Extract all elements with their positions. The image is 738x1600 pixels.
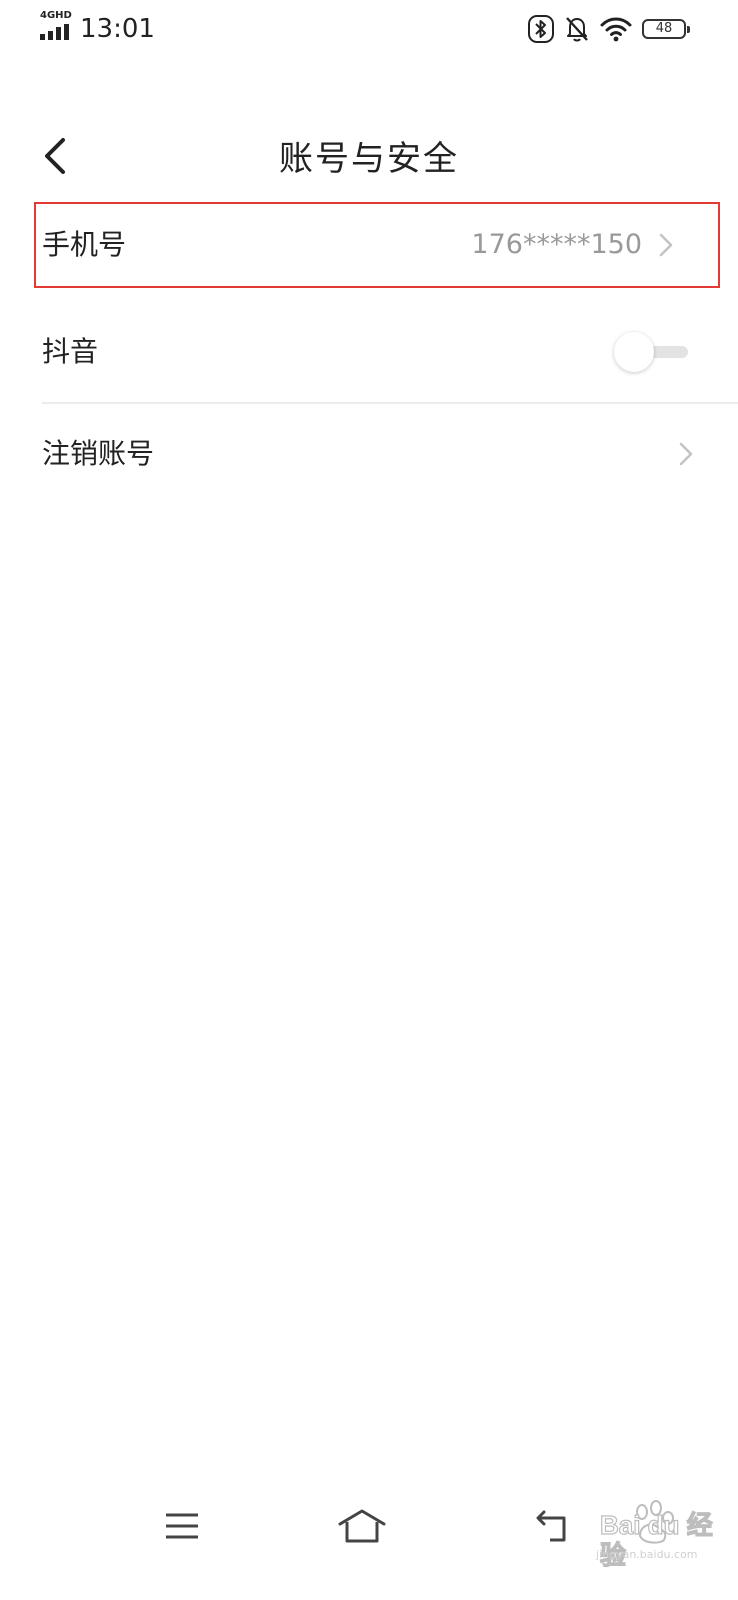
- watermark-brand-text: Bai du: [599, 1509, 680, 1540]
- douyin-toggle[interactable]: [614, 332, 690, 372]
- phone-number-value: 176*****150: [471, 229, 642, 260]
- battery-level: 48: [655, 21, 673, 36]
- network-type-label: 4GHD: [40, 10, 72, 21]
- signal-bars-icon: [40, 24, 69, 40]
- watermark-url: jingyan.baidu.com: [596, 1548, 698, 1561]
- toggle-knob: [614, 332, 654, 372]
- status-icons: 48: [528, 14, 690, 44]
- phone-number-label: 手机号: [42, 228, 127, 261]
- page-header: 账号与安全: [0, 118, 738, 198]
- phone-number-row[interactable]: 手机号 176*****150: [34, 202, 720, 288]
- chevron-right-icon: [676, 439, 696, 469]
- menu-icon: [166, 1513, 198, 1539]
- chevron-right-icon: [656, 230, 676, 260]
- wifi-icon: [600, 17, 632, 42]
- bluetooth-icon: [528, 15, 554, 43]
- battery-cap: [687, 26, 690, 33]
- cellular-signal: 4GHD: [40, 10, 74, 42]
- home-icon: [338, 1509, 386, 1543]
- home-button[interactable]: [327, 1496, 397, 1556]
- battery-indicator: 48: [642, 19, 690, 39]
- status-bar: 4GHD 13:01 48: [0, 0, 738, 60]
- settings-list: 手机号 176*****150 抖音 注销账号: [0, 202, 738, 504]
- status-time: 13:01: [80, 14, 155, 44]
- deactivate-account-label: 注销账号: [42, 437, 155, 470]
- douyin-row: 抖音: [0, 302, 738, 402]
- menu-button[interactable]: [147, 1496, 217, 1556]
- baidu-jingyan-watermark: Bai du 经验 jingyan.baidu.com: [566, 1496, 716, 1576]
- page-title: 账号与安全: [279, 139, 459, 179]
- mute-bell-icon: [566, 17, 588, 42]
- douyin-label: 抖音: [42, 335, 99, 368]
- deactivate-account-row[interactable]: 注销账号: [0, 404, 738, 504]
